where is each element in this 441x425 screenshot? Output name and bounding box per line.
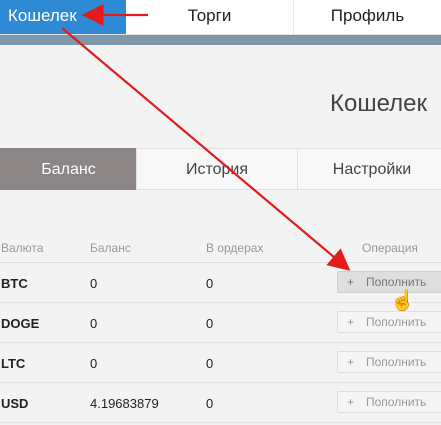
- deposit-button-btc[interactable]: + Пополнить: [337, 271, 441, 293]
- balance-cell: 4.19683879: [90, 396, 159, 411]
- top-navigation: Кошелек Торги Профиль: [0, 0, 441, 35]
- page-title: Кошелек: [330, 90, 427, 117]
- currency-cell: USD: [1, 396, 29, 411]
- in-orders-cell: 0: [206, 316, 214, 331]
- header-in-orders: В ордерах: [206, 241, 264, 255]
- in-orders-cell: 0: [206, 276, 214, 291]
- tab-balance[interactable]: Баланс: [0, 148, 137, 190]
- table-row: BTC 0 0 + Пополнить: [0, 263, 441, 303]
- balance-cell: 0: [90, 316, 98, 331]
- balance-cell: 0: [90, 356, 98, 371]
- header-operation: Операция: [362, 241, 418, 255]
- plus-icon: +: [347, 275, 355, 289]
- in-orders-cell: 0: [206, 396, 214, 411]
- nav-tab-trading[interactable]: Торги: [126, 0, 294, 34]
- wallet-subtabs: Баланс История Настройки: [0, 148, 441, 190]
- balance-cell: 0: [90, 276, 98, 291]
- plus-icon: +: [347, 395, 355, 409]
- deposit-button-usd[interactable]: + Пополнить: [337, 391, 441, 413]
- header-balance: Баланс: [90, 241, 131, 255]
- nav-tab-profile[interactable]: Профиль: [294, 0, 441, 34]
- deposit-button-ltc[interactable]: + Пополнить: [337, 351, 441, 373]
- header-strip: [0, 35, 441, 45]
- deposit-label: Пополнить: [366, 315, 427, 329]
- tab-settings[interactable]: Настройки: [297, 148, 441, 190]
- deposit-label: Пополнить: [366, 395, 427, 409]
- deposit-label: Пополнить: [366, 355, 427, 369]
- plus-icon: +: [347, 315, 355, 329]
- table-row: USD 4.19683879 0 + Пополнить: [0, 383, 441, 423]
- tab-history[interactable]: История: [136, 148, 298, 190]
- currency-cell: BTC: [1, 276, 28, 291]
- table-row: LTC 0 0 + Пополнить: [0, 343, 441, 383]
- balance-table: Валюта Баланс В ордерах Операция BTC 0 0…: [0, 236, 441, 423]
- nav-tab-wallet[interactable]: Кошелек: [0, 0, 126, 34]
- in-orders-cell: 0: [206, 356, 214, 371]
- hand-pointer-icon: ☝: [390, 290, 415, 312]
- plus-icon: +: [347, 355, 355, 369]
- deposit-button-doge[interactable]: + Пополнить: [337, 311, 441, 333]
- currency-cell: LTC: [1, 356, 26, 371]
- table-header: Валюта Баланс В ордерах Операция: [0, 236, 441, 263]
- table-row: DOGE 0 0 + Пополнить: [0, 303, 441, 343]
- header-currency: Валюта: [1, 241, 44, 255]
- currency-cell: DOGE: [1, 316, 40, 331]
